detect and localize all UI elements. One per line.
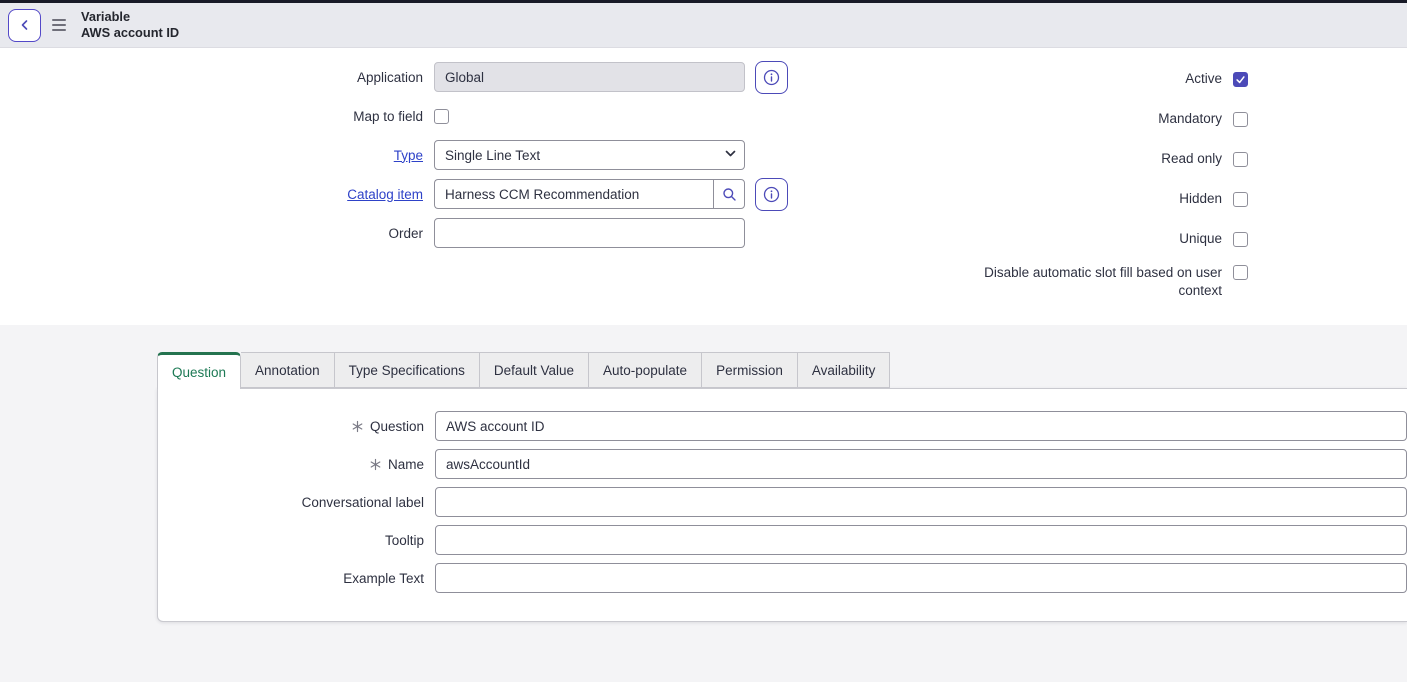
question-field[interactable] <box>435 411 1407 441</box>
order-field[interactable] <box>434 218 745 248</box>
catalog-item-field[interactable] <box>434 179 713 209</box>
tab-annotation[interactable]: Annotation <box>241 352 335 388</box>
question-tab-panel: Question Name <box>157 388 1407 622</box>
conversational-label-row: Conversational label <box>158 487 1407 517</box>
record-type-label: Variable <box>81 9 179 25</box>
map-to-field-checkbox[interactable] <box>434 109 449 124</box>
active-row: Active <box>800 64 1407 94</box>
name-row: Name <box>158 449 1407 479</box>
unique-checkbox[interactable] <box>1233 232 1248 247</box>
catalog-item-reference-group <box>434 179 745 209</box>
catalog-item-row: Catalog item <box>0 179 800 209</box>
record-header: Variable AWS account ID <box>0 3 1407 48</box>
map-to-field-row: Map to field <box>0 101 800 131</box>
type-select-wrap: Single Line Text <box>434 140 745 170</box>
order-row: Order <box>0 218 800 248</box>
tab-type-specifications[interactable]: Type Specifications <box>335 352 480 388</box>
info-icon <box>763 186 780 203</box>
hamburger-menu-icon[interactable] <box>52 19 68 31</box>
active-checkbox[interactable] <box>1233 72 1248 87</box>
map-to-field-label: Map to field <box>0 109 423 124</box>
read-only-row: Read only <box>800 144 1407 174</box>
active-label: Active <box>1185 70 1222 88</box>
catalog-item-lookup-button[interactable] <box>713 179 745 209</box>
hidden-row: Hidden <box>800 184 1407 214</box>
info-icon <box>763 69 780 86</box>
disable-slot-fill-row: Disable automatic slot fill based on use… <box>800 264 1407 299</box>
order-label: Order <box>0 226 423 241</box>
read-only-checkbox[interactable] <box>1233 152 1248 167</box>
form-top-section: Application Map to field Type <box>0 48 1407 325</box>
tab-bar: Question Annotation Type Specifications … <box>157 352 1407 388</box>
mandatory-label: Mandatory <box>1158 110 1222 128</box>
type-label-link[interactable]: Type <box>0 148 423 163</box>
form-right-column: Active Mandatory Read only <box>800 62 1407 325</box>
unique-row: Unique <box>800 224 1407 254</box>
tabbed-section: Question Annotation Type Specifications … <box>0 325 1407 622</box>
mandatory-row: Mandatory <box>800 104 1407 134</box>
tab-default-value[interactable]: Default Value <box>480 352 589 388</box>
form-left-column: Application Map to field Type <box>0 62 800 325</box>
hidden-checkbox[interactable] <box>1233 192 1248 207</box>
example-text-field[interactable] <box>435 563 1407 593</box>
application-info-button[interactable] <box>755 61 788 94</box>
tab-auto-populate[interactable]: Auto-populate <box>589 352 702 388</box>
question-label: Question <box>158 419 424 434</box>
record-title-block: Variable AWS account ID <box>81 9 179 41</box>
read-only-label: Read only <box>1161 150 1222 168</box>
disable-slot-fill-label: Disable automatic slot fill based on use… <box>972 264 1222 299</box>
type-select[interactable]: Single Line Text <box>434 140 745 170</box>
conversational-label-field[interactable] <box>435 487 1407 517</box>
disable-slot-fill-checkbox[interactable] <box>1233 265 1248 280</box>
tooltip-label: Tooltip <box>158 533 424 548</box>
tooltip-field[interactable] <box>435 525 1407 555</box>
check-icon <box>1235 74 1246 85</box>
mandatory-asterisk-icon <box>351 420 364 433</box>
tab-permission[interactable]: Permission <box>702 352 798 388</box>
chevron-left-icon <box>18 18 32 32</box>
example-text-label: Example Text <box>158 571 424 586</box>
unique-label: Unique <box>1179 230 1222 248</box>
page-title: AWS account ID <box>81 25 179 41</box>
hidden-label: Hidden <box>1179 190 1222 208</box>
name-field[interactable] <box>435 449 1407 479</box>
tooltip-row: Tooltip <box>158 525 1407 555</box>
catalog-item-info-button[interactable] <box>755 178 788 211</box>
example-text-row: Example Text <box>158 563 1407 593</box>
search-icon <box>722 187 737 202</box>
catalog-item-label-link[interactable]: Catalog item <box>0 187 423 202</box>
name-label: Name <box>158 457 424 472</box>
mandatory-checkbox[interactable] <box>1233 112 1248 127</box>
tab-question[interactable]: Question <box>157 352 241 389</box>
conversational-label-label: Conversational label <box>158 495 424 510</box>
application-row: Application <box>0 62 800 92</box>
type-row: Type Single Line Text <box>0 140 800 170</box>
mandatory-asterisk-icon <box>369 458 382 471</box>
question-row: Question <box>158 411 1407 441</box>
application-label: Application <box>0 70 423 85</box>
tab-availability[interactable]: Availability <box>798 352 891 388</box>
back-button[interactable] <box>8 9 41 42</box>
application-field[interactable] <box>434 62 745 92</box>
